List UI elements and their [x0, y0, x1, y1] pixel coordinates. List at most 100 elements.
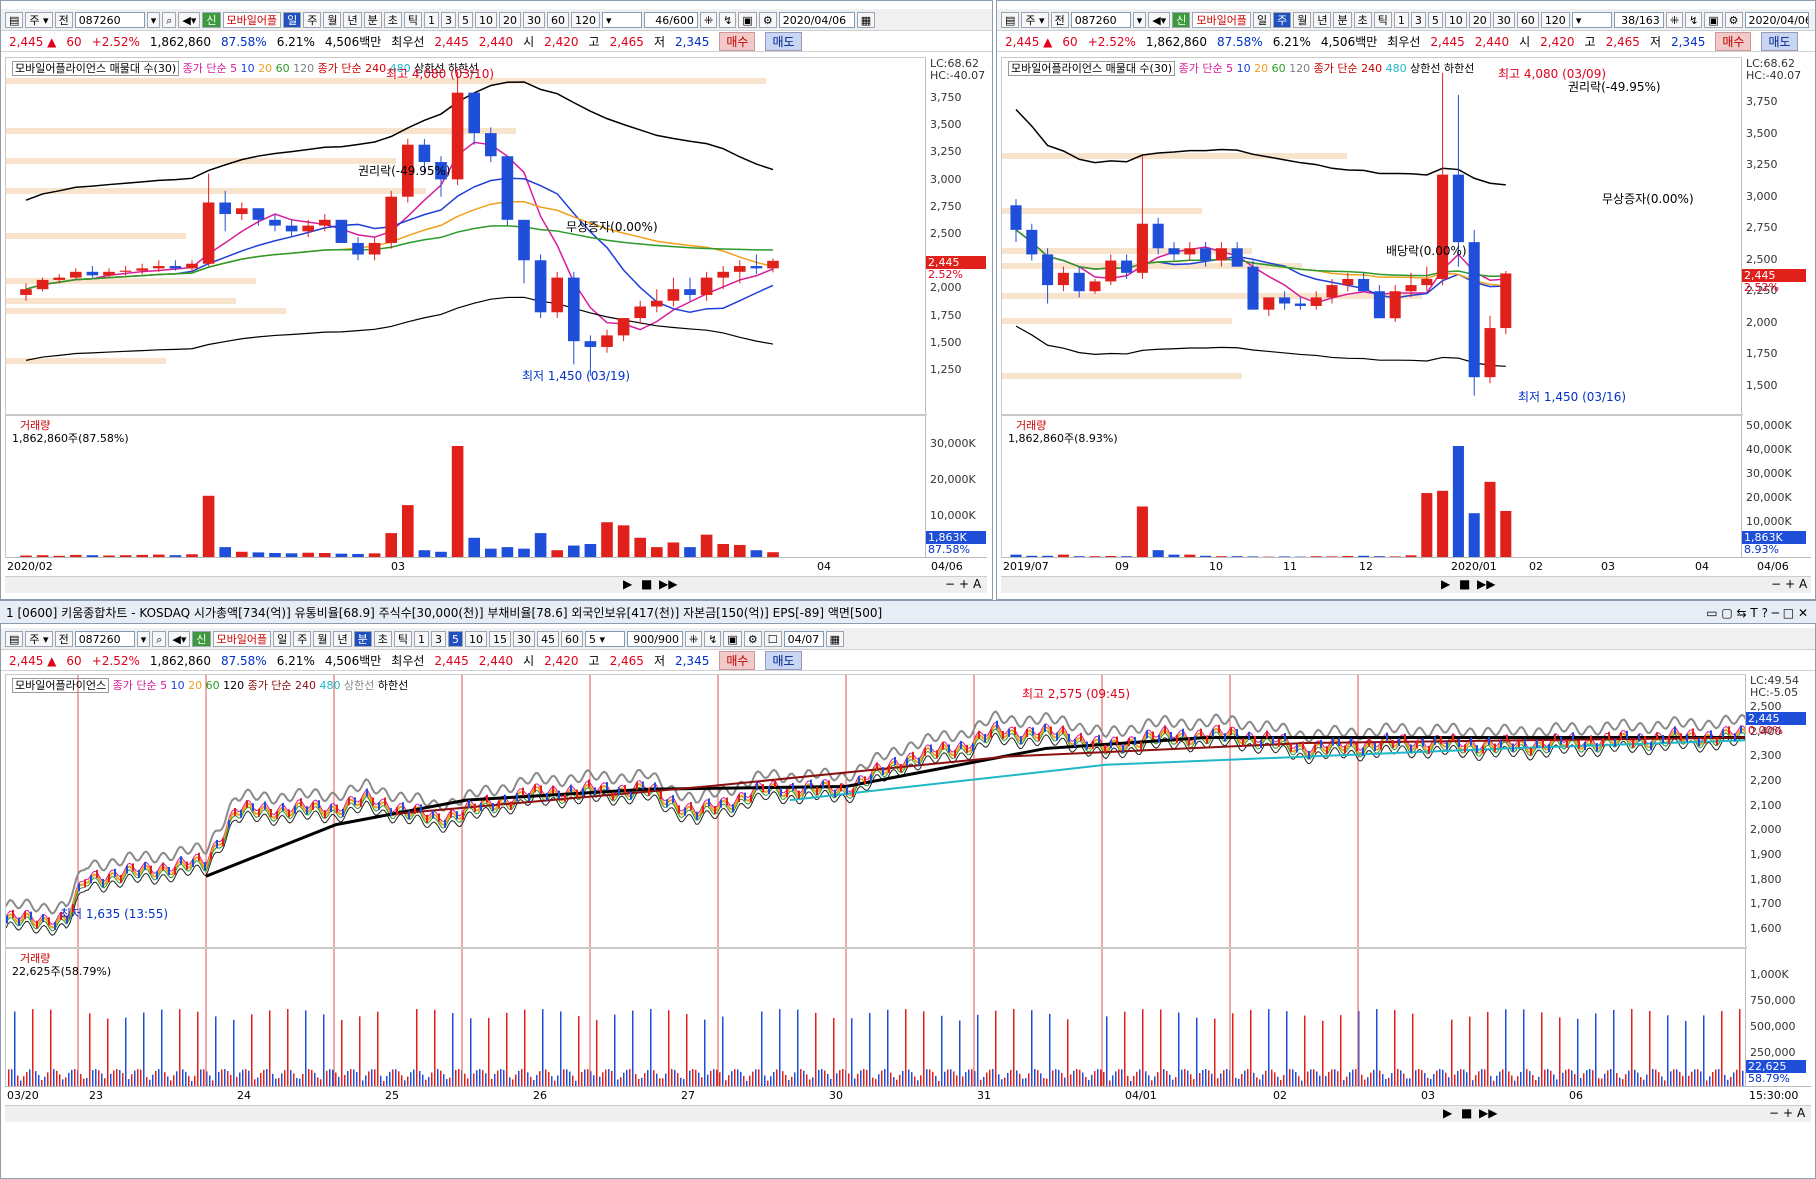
n-10-button[interactable]: 10: [1444, 11, 1467, 28]
period-week-button[interactable]: 주: [293, 630, 312, 647]
n-3-button[interactable]: 3: [1410, 11, 1426, 28]
n-1-button[interactable]: 1: [1393, 11, 1409, 28]
scroll-left-icon[interactable]: ▶: [1441, 577, 1450, 591]
weekly-price-area[interactable]: 모바일어플라이언스 매물대 수(30) 종가 단순 5 10 20 60 120…: [1001, 57, 1743, 415]
sell-button[interactable]: 매도: [1761, 32, 1798, 51]
sound-icon[interactable]: ◀▾: [168, 630, 191, 647]
period-day-button[interactable]: 일: [273, 630, 292, 647]
scroll-left-icon[interactable]: ▶: [1443, 1106, 1452, 1120]
n-1-button[interactable]: 1: [423, 11, 439, 28]
tool-icon[interactable]: ↯: [1685, 11, 1703, 28]
indicator-icon[interactable]: ⁜: [699, 11, 718, 28]
save-icon[interactable]: ▣: [738, 11, 757, 28]
interval-select[interactable]: 5 ▾: [584, 630, 625, 647]
n-120-button[interactable]: 120: [1540, 11, 1570, 28]
sound-icon[interactable]: ◀▾: [178, 11, 201, 28]
save-icon[interactable]: ▣: [723, 630, 742, 647]
interval-select[interactable]: ▾: [1571, 11, 1612, 28]
calendar-icon[interactable]: ▦: [856, 11, 876, 28]
interval-select[interactable]: ▾: [601, 11, 642, 28]
zoom-out-icon[interactable]: −: [1769, 1106, 1779, 1120]
scroll-stop-icon[interactable]: ■: [641, 577, 652, 591]
count-field[interactable]: 900/900: [626, 630, 683, 647]
settings-icon[interactable]: ⚙: [758, 11, 777, 28]
scroll-stop-icon[interactable]: ■: [1461, 1106, 1472, 1120]
n-10-button[interactable]: 10: [474, 11, 497, 28]
n-30-button[interactable]: 30: [1492, 11, 1515, 28]
dropdown-icon[interactable]: ▾: [1132, 11, 1147, 28]
n-10-button[interactable]: 10: [464, 630, 487, 647]
period-month-button[interactable]: 월: [313, 630, 332, 647]
weekly-volume-area[interactable]: 거래량 1,862,860주(8.93%): [1001, 415, 1743, 559]
period-tick-button[interactable]: 틱: [393, 630, 412, 647]
daily-price-area[interactable]: 모바일어플라이언스 매물대 수(30) 종가 단순 5 10 20 60 120…: [5, 57, 927, 415]
zoom-in-icon[interactable]: +: [959, 577, 969, 591]
scroll-fast-icon[interactable]: ▶▶: [1477, 577, 1495, 591]
prev-button[interactable]: 전: [1050, 11, 1069, 28]
n-5-button[interactable]: 5: [457, 11, 473, 28]
period-minute-button[interactable]: 분: [353, 630, 372, 647]
indicator-icon[interactable]: ⁜: [684, 630, 703, 647]
buy-button[interactable]: 매수: [1715, 32, 1752, 51]
period-tick-button[interactable]: 틱: [403, 11, 422, 28]
n-30-button[interactable]: 30: [512, 630, 535, 647]
buy-button[interactable]: 매수: [719, 651, 756, 670]
tool-icon[interactable]: ↯: [719, 11, 737, 28]
chart-menu-icon[interactable]: ▤: [1001, 11, 1020, 28]
n-45-button[interactable]: 45: [536, 630, 559, 647]
chart-menu-icon[interactable]: ▤: [5, 630, 24, 647]
period-month-button[interactable]: 월: [1293, 11, 1312, 28]
period-minute-button[interactable]: 분: [363, 11, 382, 28]
dropdown-icon[interactable]: ▾: [136, 630, 151, 647]
sell-button[interactable]: 매도: [765, 651, 802, 670]
mode-select[interactable]: 주 ▾: [25, 11, 53, 28]
stock-code-input[interactable]: 087260: [74, 630, 135, 647]
tool-icon[interactable]: ↯: [704, 630, 722, 647]
period-week-button[interactable]: 주: [1273, 11, 1292, 28]
period-second-button[interactable]: 초: [1353, 11, 1372, 28]
buy-button[interactable]: 매수: [719, 32, 756, 51]
minute-scrollbar[interactable]: ▶ ■ ▶▶ − + A: [5, 1105, 1811, 1122]
count-field[interactable]: 38/163: [1613, 11, 1664, 28]
scroll-fast-icon[interactable]: ▶▶: [1479, 1106, 1497, 1120]
calendar-icon[interactable]: ▦: [825, 630, 844, 647]
period-year-button[interactable]: 년: [1313, 11, 1332, 28]
n-1-button[interactable]: 1: [413, 630, 429, 647]
sound-icon[interactable]: ◀▾: [1148, 11, 1171, 28]
date-field[interactable]: 2020/04/06: [1744, 11, 1809, 28]
period-day-button[interactable]: 일: [283, 11, 302, 28]
minute-price-area[interactable]: 모바일어플라이언스 종가 단순 5 10 20 60 120 종가 단순 240…: [5, 674, 1747, 948]
n-20-button[interactable]: 20: [498, 11, 521, 28]
period-month-button[interactable]: 월: [323, 11, 342, 28]
stock-code-input[interactable]: 087260: [1070, 11, 1131, 28]
scroll-left-icon[interactable]: ▶: [623, 577, 632, 591]
chart-menu-icon[interactable]: ▤: [5, 11, 24, 28]
daily-volume-area[interactable]: 거래량 1,862,860주(87.58%): [5, 415, 927, 559]
period-tick-button[interactable]: 틱: [1373, 11, 1392, 28]
period-week-button[interactable]: 주: [303, 11, 322, 28]
prev-button[interactable]: 전: [54, 630, 73, 647]
dropdown-icon[interactable]: ▾: [146, 11, 161, 28]
settings-icon[interactable]: ⚙: [1724, 11, 1743, 28]
n-30-button[interactable]: 30: [522, 11, 545, 28]
date-field[interactable]: 04/07: [783, 630, 824, 647]
n-60-button[interactable]: 60: [560, 630, 583, 647]
prev-button[interactable]: 전: [54, 11, 73, 28]
minute-volume-area[interactable]: 거래량 22,625주(58.79%): [5, 948, 1747, 1088]
weekly-scrollbar[interactable]: ▶ ■ ▶▶ − + A: [1001, 576, 1811, 593]
zoom-in-icon[interactable]: +: [1785, 577, 1795, 591]
font-size-icon[interactable]: A: [1799, 577, 1807, 591]
n-60-button[interactable]: 60: [1516, 11, 1539, 28]
n-5-button[interactable]: 5: [447, 630, 463, 647]
settings-icon[interactable]: ⚙: [743, 630, 762, 647]
period-second-button[interactable]: 초: [383, 11, 402, 28]
zoom-out-icon[interactable]: −: [1771, 577, 1781, 591]
date-field[interactable]: 2020/04/06: [778, 11, 855, 28]
save-icon[interactable]: ▣: [1704, 11, 1723, 28]
mode-select[interactable]: 주 ▾: [25, 630, 53, 647]
zoom-in-icon[interactable]: +: [1783, 1106, 1793, 1120]
scroll-stop-icon[interactable]: ■: [1459, 577, 1470, 591]
search-icon[interactable]: ⌕: [152, 630, 167, 647]
daily-scrollbar[interactable]: ▶ ■ ▶▶ − + A: [5, 576, 987, 593]
font-size-icon[interactable]: A: [1797, 1106, 1805, 1120]
